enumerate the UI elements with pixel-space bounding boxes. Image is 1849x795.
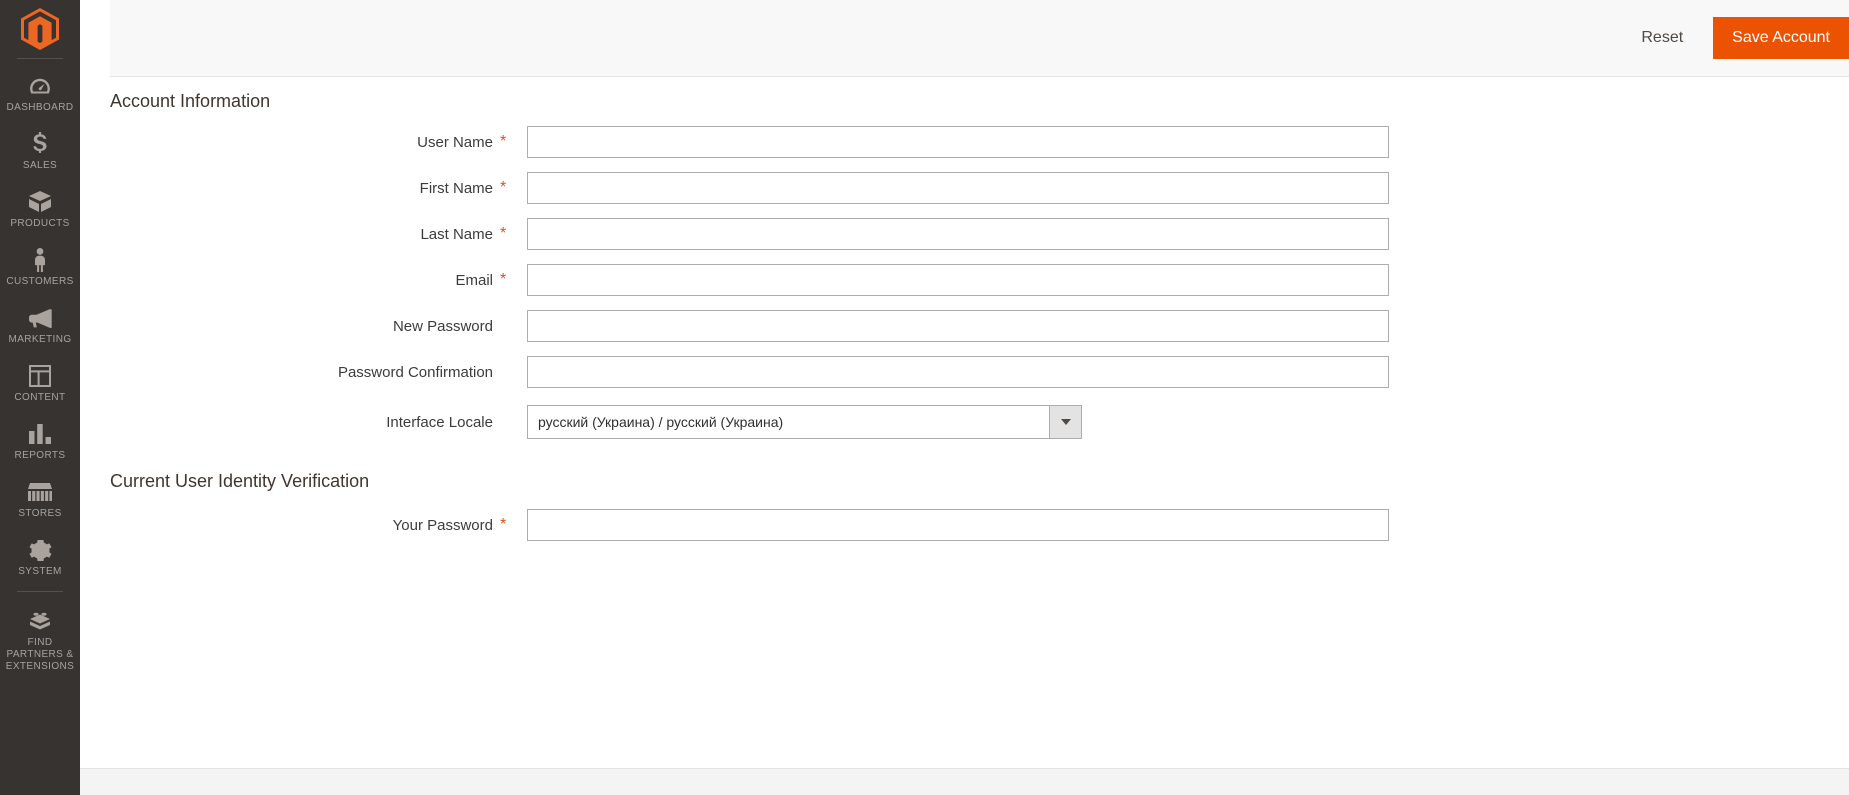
sidebar-item-customers[interactable]: CUSTOMERS xyxy=(0,239,80,297)
interface-locale-dropdown-button[interactable] xyxy=(1049,405,1082,439)
required-indicator: * xyxy=(500,179,507,196)
magento-logo-icon xyxy=(21,8,59,50)
admin-sidebar: DASHBOARD SALES PRODUCTS CUSTOMERS MARKE xyxy=(0,0,80,795)
field-label-cell: Last Name * xyxy=(110,226,510,243)
field-control: русский (Украина) / русский (Украина) xyxy=(527,405,1082,439)
field-label-cell: User Name * xyxy=(110,134,510,151)
reset-button[interactable]: Reset xyxy=(1625,22,1699,54)
sidebar-item-content[interactable]: CONTENT xyxy=(0,355,80,413)
last-name-input[interactable] xyxy=(527,218,1389,250)
sidebar-item-marketing[interactable]: MARKETING xyxy=(0,297,80,355)
sidebar-divider-top xyxy=(17,58,63,59)
sidebar-item-system[interactable]: SYSTEM xyxy=(0,529,80,587)
main-content-area: Reset Save Account Account Information U… xyxy=(80,0,1849,795)
page-footer xyxy=(80,768,1849,795)
required-indicator: * xyxy=(500,516,507,533)
products-box-icon xyxy=(27,189,53,215)
field-row-email: Email * xyxy=(80,264,1849,296)
save-account-button[interactable]: Save Account xyxy=(1713,17,1849,59)
field-label-cell: Email * xyxy=(110,272,510,289)
field-row-your-password: Your Password * xyxy=(80,509,1849,541)
field-control xyxy=(527,356,1389,388)
field-label: Your Password xyxy=(392,516,493,534)
field-label: Last Name xyxy=(420,225,493,243)
identity-verification-heading: Current User Identity Verification xyxy=(110,471,370,491)
field-control xyxy=(527,218,1389,250)
field-control xyxy=(527,126,1389,158)
sidebar-item-reports[interactable]: REPORTS xyxy=(0,413,80,471)
sidebar-item-products[interactable]: PRODUCTS xyxy=(0,181,80,239)
dashboard-icon xyxy=(27,73,53,99)
magento-admin-page: DASHBOARD SALES PRODUCTS CUSTOMERS MARKE xyxy=(0,0,1849,795)
sidebar-item-label: STORES xyxy=(18,508,62,519)
sidebar-item-label: FIND PARTNERS & EXTENSIONS xyxy=(5,637,75,672)
sidebar-item-label: REPORTS xyxy=(14,450,66,461)
sidebar-item-label: PRODUCTS xyxy=(10,218,70,229)
magento-logo[interactable] xyxy=(0,0,80,58)
stores-awning-icon xyxy=(27,479,53,505)
interface-locale-selected-value[interactable]: русский (Украина) / русский (Украина) xyxy=(527,405,1049,439)
sales-dollar-icon xyxy=(27,131,53,157)
password-confirmation-input[interactable] xyxy=(527,356,1389,388)
field-label: Interface Locale xyxy=(386,413,493,431)
sidebar-item-find-partners-extensions[interactable]: FIND PARTNERS & EXTENSIONS xyxy=(0,600,80,682)
sidebar-item-label: DASHBOARD xyxy=(6,102,74,113)
field-row-password-confirmation: Password Confirmation * xyxy=(80,356,1849,388)
required-indicator: * xyxy=(500,271,507,288)
required-indicator: * xyxy=(500,133,507,150)
reports-bars-icon xyxy=(27,421,53,447)
page-actions-toolbar: Reset Save Account xyxy=(110,0,1849,77)
field-control xyxy=(527,509,1389,541)
field-label-cell: New Password * xyxy=(110,318,510,335)
sidebar-item-label: CUSTOMERS xyxy=(6,276,74,287)
first-name-input[interactable] xyxy=(527,172,1389,204)
field-label-cell: Interface Locale * xyxy=(110,414,510,431)
required-indicator: * xyxy=(500,225,507,242)
sidebar-item-stores[interactable]: STORES xyxy=(0,471,80,529)
field-row-new-password: New Password * xyxy=(80,310,1849,342)
customers-person-icon xyxy=(27,247,53,273)
email-input[interactable] xyxy=(527,264,1389,296)
new-password-input[interactable] xyxy=(527,310,1389,342)
field-label: New Password xyxy=(392,317,493,335)
field-row-first-name: First Name * xyxy=(80,172,1849,204)
field-label: First Name xyxy=(419,179,493,197)
field-row-last-name: Last Name * xyxy=(80,218,1849,250)
your-password-input[interactable] xyxy=(527,509,1389,541)
partners-brick-icon xyxy=(27,608,53,634)
sidebar-item-dashboard[interactable]: DASHBOARD xyxy=(0,65,80,123)
field-label: Email xyxy=(455,271,493,289)
sidebar-item-label: SYSTEM xyxy=(18,566,62,577)
sidebar-item-sales[interactable]: SALES xyxy=(0,123,80,181)
field-control xyxy=(527,310,1389,342)
field-label-cell: Password Confirmation * xyxy=(110,364,510,381)
field-control xyxy=(527,172,1389,204)
field-row-interface-locale: Interface Locale * русский (Украина) / р… xyxy=(80,405,1849,439)
field-label-cell: First Name * xyxy=(110,180,510,197)
sidebar-item-label: CONTENT xyxy=(14,392,66,403)
field-label: Password Confirmation xyxy=(337,363,493,381)
account-information-heading: Account Information xyxy=(110,91,271,111)
content-layout-icon xyxy=(27,363,53,389)
sidebar-item-label: MARKETING xyxy=(8,334,72,345)
sidebar-item-label: SALES xyxy=(22,160,58,171)
user-name-input[interactable] xyxy=(527,126,1389,158)
field-label: User Name xyxy=(417,133,493,151)
interface-locale-select[interactable]: русский (Украина) / русский (Украина) xyxy=(527,405,1082,439)
sidebar-divider-bottom xyxy=(17,591,63,592)
marketing-megaphone-icon xyxy=(27,305,53,331)
account-form: Account Information User Name * First Na… xyxy=(80,77,1849,768)
field-control xyxy=(527,264,1389,296)
field-row-user-name: User Name * xyxy=(80,126,1849,158)
system-gear-icon xyxy=(27,537,53,563)
field-label-cell: Your Password * xyxy=(110,517,510,534)
chevron-down-icon xyxy=(1060,419,1071,425)
